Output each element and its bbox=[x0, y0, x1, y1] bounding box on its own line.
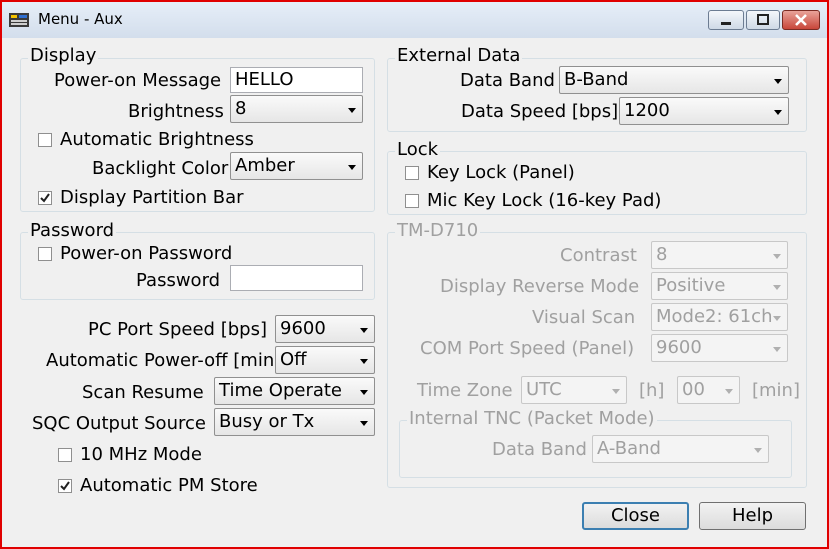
time-zone-select[interactable]: UTC bbox=[521, 376, 627, 404]
brightness-value: 8 bbox=[235, 98, 247, 119]
partition-bar-checkbox[interactable] bbox=[38, 191, 52, 205]
time-zone-label: Time Zone bbox=[417, 380, 513, 401]
pc-port-speed-select[interactable]: 9600 bbox=[275, 315, 375, 343]
minimize-icon bbox=[721, 22, 731, 25]
tmd710-legend: TM-D710 bbox=[395, 220, 481, 242]
chevron-down-icon bbox=[360, 390, 368, 395]
scan-resume-select[interactable]: Time Operate bbox=[214, 377, 375, 405]
auto-pm-store-checkbox[interactable] bbox=[58, 479, 72, 493]
close-icon bbox=[795, 14, 807, 26]
sqc-output-select[interactable]: Busy or Tx bbox=[214, 408, 375, 436]
chevron-down-icon bbox=[360, 421, 368, 426]
minimize-button[interactable] bbox=[708, 10, 744, 30]
data-band-value: B-Band bbox=[564, 69, 629, 90]
sqc-output-value: Busy or Tx bbox=[219, 411, 315, 432]
contrast-select[interactable]: 8 bbox=[651, 241, 788, 269]
backlight-color-label: Backlight Color bbox=[92, 158, 229, 179]
chevron-down-icon bbox=[360, 359, 368, 364]
chevron-down-icon bbox=[773, 285, 781, 290]
chevron-down-icon bbox=[773, 347, 781, 352]
data-band-select[interactable]: B-Band bbox=[559, 66, 789, 94]
title-bar[interactable]: Menu - Aux bbox=[2, 2, 827, 38]
auto-brightness-checkbox[interactable] bbox=[38, 133, 52, 147]
scan-resume-value: Time Operate bbox=[219, 380, 343, 401]
com-port-select[interactable]: 9600 bbox=[651, 334, 788, 362]
checkmark-icon bbox=[40, 193, 50, 203]
tnc-data-band-value: A-Band bbox=[597, 438, 661, 459]
chevron-down-icon bbox=[754, 448, 762, 453]
power-on-message-input[interactable]: HELLO bbox=[230, 67, 363, 93]
auto-power-off-label: Automatic Power-off [min] bbox=[46, 350, 282, 371]
minute-unit-label: [min] bbox=[752, 380, 800, 401]
display-legend: Display bbox=[28, 45, 99, 67]
chevron-down-icon bbox=[773, 254, 781, 259]
brightness-select[interactable]: 8 bbox=[230, 95, 363, 123]
scan-resume-label: Scan Resume bbox=[82, 382, 204, 403]
key-lock-checkbox[interactable] bbox=[405, 166, 419, 180]
brightness-label: Brightness bbox=[128, 101, 224, 122]
visual-scan-value: Mode2: 61ch bbox=[656, 306, 773, 327]
power-on-message-label: Power-on Message bbox=[54, 70, 222, 91]
visual-scan-select[interactable]: Mode2: 61ch bbox=[651, 303, 788, 331]
auto-brightness-label: Automatic Brightness bbox=[60, 129, 254, 150]
app-icon bbox=[8, 11, 30, 29]
sqc-output-label: SQC Output Source bbox=[32, 413, 206, 434]
data-speed-value: 1200 bbox=[624, 100, 670, 121]
contrast-label: Contrast bbox=[560, 245, 637, 266]
internal-tnc-legend: Internal TNC (Packet Mode) bbox=[407, 408, 657, 430]
backlight-color-select[interactable]: Amber bbox=[230, 152, 363, 180]
dialog-window: Menu - Aux Display Power-on Message HELL… bbox=[0, 0, 829, 549]
help-button[interactable]: Help bbox=[699, 502, 806, 530]
window-title: Menu - Aux bbox=[38, 10, 123, 28]
chevron-down-icon bbox=[612, 389, 620, 394]
lock-legend: Lock bbox=[395, 139, 441, 161]
pc-port-speed-label: PC Port Speed [bps] bbox=[88, 319, 267, 340]
password-label: Password bbox=[136, 270, 221, 291]
password-input[interactable] bbox=[230, 265, 363, 291]
backlight-color-value: Amber bbox=[235, 155, 295, 176]
close-window-button[interactable] bbox=[782, 10, 820, 30]
mic-key-lock-checkbox[interactable] bbox=[405, 194, 419, 208]
reverse-mode-value: Positive bbox=[656, 275, 726, 296]
partition-bar-label: Display Partition Bar bbox=[60, 187, 244, 208]
reverse-mode-label: Display Reverse Mode bbox=[440, 276, 640, 297]
com-port-value: 9600 bbox=[656, 337, 702, 358]
mhz10-label: 10 MHz Mode bbox=[80, 444, 202, 465]
data-speed-label: Data Speed [bps] bbox=[461, 101, 619, 122]
power-on-password-checkbox[interactable] bbox=[38, 247, 52, 261]
time-zone-value: UTC bbox=[526, 379, 562, 400]
key-lock-label: Key Lock (Panel) bbox=[427, 162, 575, 183]
reverse-mode-select[interactable]: Positive bbox=[651, 272, 788, 300]
minute-select[interactable]: 00 bbox=[677, 376, 740, 404]
auto-pm-store-label: Automatic PM Store bbox=[80, 475, 258, 496]
maximize-button[interactable] bbox=[746, 10, 780, 30]
data-band-label: Data Band bbox=[460, 70, 555, 91]
auto-power-off-value: Off bbox=[280, 349, 307, 370]
com-port-label: COM Port Speed (Panel) bbox=[420, 338, 635, 359]
external-data-legend: External Data bbox=[395, 45, 523, 67]
chevron-down-icon bbox=[360, 328, 368, 333]
visual-scan-label: Visual Scan bbox=[532, 307, 636, 328]
data-speed-select[interactable]: 1200 bbox=[619, 97, 789, 125]
mic-key-lock-label: Mic Key Lock (16-key Pad) bbox=[427, 190, 662, 211]
chevron-down-icon bbox=[725, 389, 733, 394]
contrast-value: 8 bbox=[656, 244, 668, 265]
tnc-data-band-label: Data Band bbox=[492, 439, 587, 460]
checkmark-icon bbox=[60, 481, 70, 491]
chevron-down-icon bbox=[774, 110, 782, 115]
password-legend: Password bbox=[28, 220, 117, 242]
chevron-down-icon bbox=[774, 79, 782, 84]
close-button[interactable]: Close bbox=[582, 502, 689, 530]
chevron-down-icon bbox=[348, 108, 356, 113]
mhz10-checkbox[interactable] bbox=[58, 448, 72, 462]
maximize-icon bbox=[757, 14, 769, 25]
chevron-down-icon bbox=[773, 316, 781, 321]
hour-unit-label: [h] bbox=[639, 380, 665, 401]
tnc-data-band-select[interactable]: A-Band bbox=[592, 435, 769, 463]
auto-power-off-select[interactable]: Off bbox=[275, 346, 375, 374]
power-on-password-label: Power-on Password bbox=[60, 243, 233, 264]
minute-value: 00 bbox=[682, 379, 705, 400]
pc-port-speed-value: 9600 bbox=[280, 318, 326, 339]
chevron-down-icon bbox=[348, 165, 356, 170]
